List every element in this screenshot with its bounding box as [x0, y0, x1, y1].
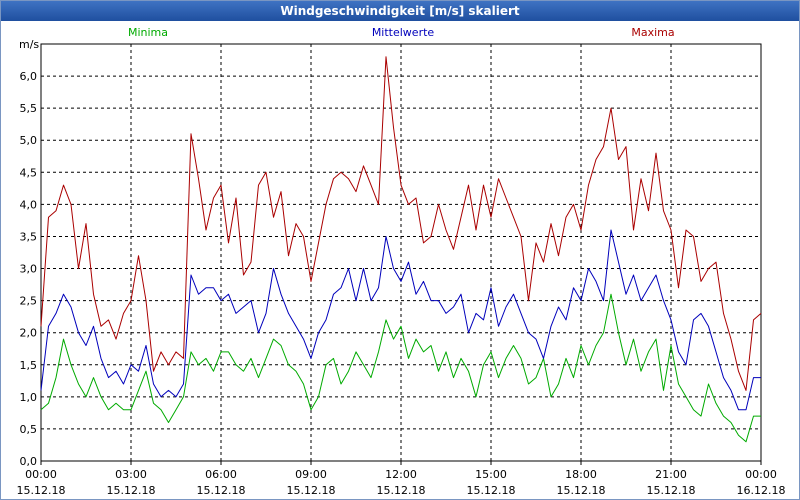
y-tick-label: 2,5: [20, 295, 38, 308]
y-axis-label: m/s: [19, 38, 39, 51]
y-axis-ticks: 0,0 0,5 1,0 1,5 2,0 2,5 3,0 3,5 4,0 4,5 5,0 5,5 6,0: [20, 70, 38, 468]
x-tick-time: 18:00: [565, 468, 597, 481]
y-tick-label: 1,5: [20, 359, 38, 372]
y-tick-label: 5,5: [20, 102, 38, 115]
x-tick-time: 21:00: [655, 468, 687, 481]
y-tick-label: 3,5: [20, 230, 38, 243]
x-tick-time: 00:00: [745, 468, 777, 481]
x-tick-date: 15.12.18: [377, 484, 426, 497]
y-tick-label: 2,0: [20, 327, 38, 340]
y-tick-label: 5,0: [20, 134, 38, 147]
wind-speed-chart: 0,00,51,01,52,02,53,03,54,04,55,05,56,0 …: [17, 26, 786, 497]
x-tick-date: 15.12.18: [17, 484, 66, 497]
x-tick-date: 15.12.18: [197, 484, 246, 497]
legend-maxima: Maxima: [631, 26, 674, 39]
x-tick-time: 06:00: [205, 468, 237, 481]
x-tick-time: 12:00: [385, 468, 417, 481]
x-tick-date: 15.12.18: [557, 484, 606, 497]
chart-window: Windgeschwindigkeit [m/s] skaliert 0,0 0,…: [0, 0, 800, 500]
x-axis-ticks: 00:00 15.12.18 03:00 15.12.18 06:00 15.12.18 0…: [17, 461, 786, 497]
y-tick-label: 3,0: [20, 263, 38, 276]
grid: [41, 44, 761, 461]
y-tick-label: 0,5: [20, 423, 38, 436]
x-tick-time: 09:00: [295, 468, 327, 481]
x-tick-date: 15.12.18: [107, 484, 156, 497]
x-tick-time: 03:00: [115, 468, 147, 481]
legend-minima: Minima: [128, 26, 168, 39]
x-tick-date: 15.12.18: [647, 484, 696, 497]
y-tick-label: 4,0: [20, 198, 38, 211]
x-tick-date: 15.12.18: [287, 484, 336, 497]
y-tick-label: 4,5: [20, 166, 38, 179]
window-title: Windgeschwindigkeit [m/s] skaliert: [1, 1, 799, 21]
x-tick-time: 15:00: [475, 468, 507, 481]
x-tick-time: 00:00: [25, 468, 57, 481]
x-tick-date: 16.12.18: [737, 484, 786, 497]
y-tick-label: 1,0: [20, 391, 38, 404]
x-tick-date: 15.12.18: [467, 484, 516, 497]
legend: Minima Mittelwerte Maxima: [128, 26, 675, 39]
y-tick-label: 0,0: [20, 455, 38, 468]
legend-mittelwerte: Mittelwerte: [372, 26, 435, 39]
y-tick-label: 6,0: [20, 70, 38, 83]
